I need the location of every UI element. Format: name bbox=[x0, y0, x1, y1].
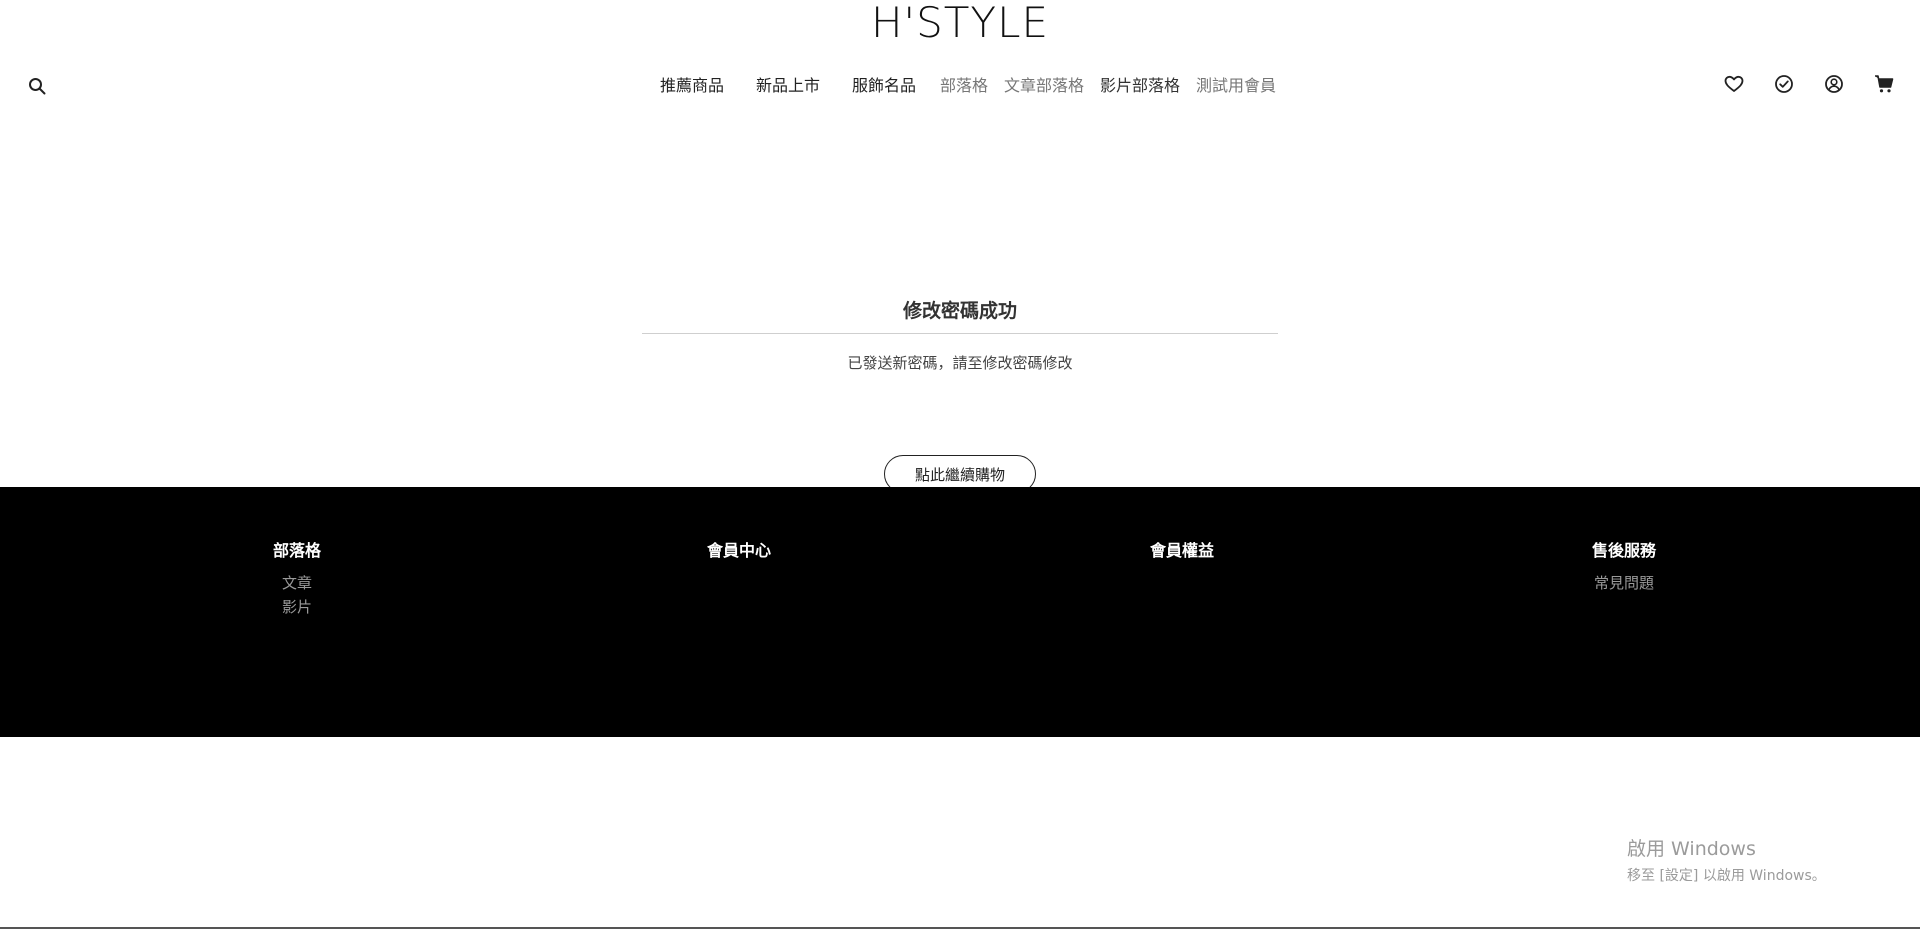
footer-col-member-center: 會員中心 bbox=[639, 537, 839, 571]
message-text: 已發送新密碼，請至修改密碼修改 bbox=[847, 354, 1073, 372]
footer-heading[interactable]: 會員權益 bbox=[1082, 537, 1282, 561]
header-actions bbox=[1722, 72, 1896, 96]
cart-button[interactable] bbox=[1872, 72, 1896, 96]
footer-heading[interactable]: 會員中心 bbox=[639, 537, 839, 561]
check-circle-icon bbox=[1775, 75, 1793, 93]
page-title: 修改密碼成功 bbox=[902, 300, 1017, 322]
nav-item-video-blog[interactable]: 影片部落格 bbox=[1100, 72, 1180, 96]
wishlist-button[interactable] bbox=[1722, 72, 1746, 96]
user-circle-icon bbox=[1825, 75, 1843, 93]
title-divider bbox=[642, 333, 1278, 334]
footer-col-blog: 部落格 文章 影片 bbox=[197, 537, 397, 619]
footer-heading: 售後服務 bbox=[1591, 541, 1656, 560]
footer-link-articles[interactable]: 文章 bbox=[197, 571, 397, 595]
nav-item-article-blog[interactable]: 文章部落格 bbox=[1004, 72, 1084, 96]
orders-button[interactable] bbox=[1772, 72, 1796, 96]
footer: 部落格 文章 影片 會員中心 會員權益 售後服務 常見問題 bbox=[0, 487, 1920, 737]
cart-icon bbox=[1875, 75, 1894, 93]
watermark-subtitle: 移至 [設定] 以啟用 Windows。 bbox=[1627, 868, 1826, 884]
footer-col-after-sales: 售後服務 常見問題 bbox=[1524, 537, 1724, 595]
nav-item-apparel[interactable]: 服飾名品 bbox=[852, 72, 916, 96]
nav-item-blog[interactable]: 部落格 bbox=[940, 72, 988, 96]
nav-item-recommended[interactable]: 推薦商品 bbox=[660, 72, 724, 96]
main-nav: 推薦商品 新品上市 服飾名品 部落格 文章部落格 影片部落格 測試用會員 bbox=[4, 72, 1920, 96]
account-button[interactable] bbox=[1822, 72, 1846, 96]
nav-item-new-arrivals[interactable]: 新品上市 bbox=[756, 72, 820, 96]
footer-heading: 部落格 bbox=[272, 541, 321, 560]
nav-item-test-member[interactable]: 測試用會員 bbox=[1196, 72, 1276, 96]
footer-link-faq[interactable]: 常見問題 bbox=[1524, 571, 1724, 595]
windows-activation-watermark: 啟用 Windows 移至 [設定] 以啟用 Windows。 bbox=[1627, 834, 1826, 885]
footer-col-member-benefits: 會員權益 bbox=[1082, 537, 1282, 571]
watermark-title: 啟用 Windows bbox=[1627, 838, 1756, 860]
heart-icon bbox=[1724, 75, 1744, 92]
page: H'STYLE 推薦商品 新品上市 服飾名品 部落格 文章部落格 影片部落格 測… bbox=[0, 0, 1920, 929]
footer-link-videos[interactable]: 影片 bbox=[197, 595, 397, 619]
brand-logo[interactable]: H'STYLE bbox=[0, 0, 1920, 47]
